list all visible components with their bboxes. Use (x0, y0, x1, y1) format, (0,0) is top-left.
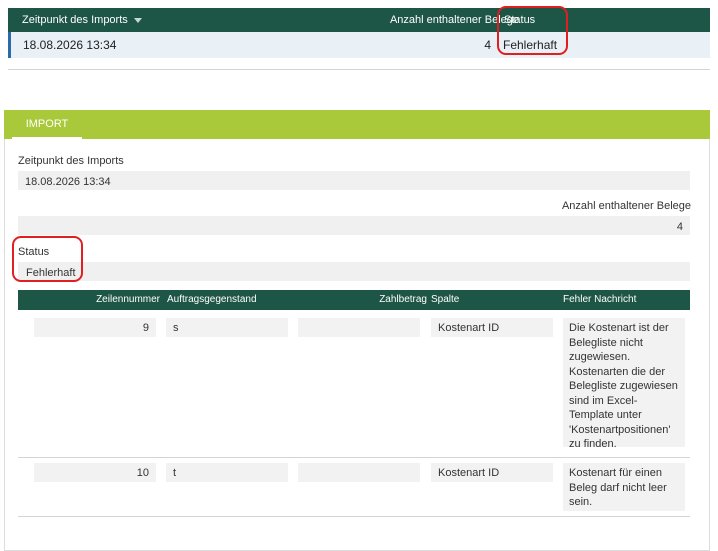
import-grid-row[interactable]: 18.08.2026 13:34 4 Fehlerhaft (8, 32, 710, 58)
status-highlight-marker (497, 6, 568, 55)
column-header-subject[interactable]: Auftragsgegenstand (167, 294, 257, 305)
row1-line-value: 9 (142, 322, 149, 334)
column-header-time-label: Zeitpunkt des Imports (22, 14, 128, 26)
detail-tab-bar (4, 110, 710, 139)
row-divider (18, 516, 690, 517)
row-divider (18, 457, 690, 458)
row2-amount-field (298, 463, 420, 482)
row2-subject-field: t (166, 463, 288, 482)
count-value: 4 (676, 221, 683, 233)
row1-message: Die Kostenart ist der Belegliste nicht z… (563, 318, 685, 450)
import-grid-header: Zeitpunkt des Imports Anzahl enthaltener… (8, 8, 710, 32)
row1-amount-field (298, 318, 420, 337)
row2-line-value: 10 (136, 467, 149, 479)
row2-column-value: Kostenart ID (438, 467, 500, 479)
time-value: 18.08.2026 13:34 (25, 176, 111, 188)
status-highlight-marker-detail (12, 236, 83, 282)
row1-column-value: Kostenart ID (438, 322, 500, 334)
column-header-amount[interactable]: Zahlbetrag (379, 294, 427, 305)
sort-descending-icon[interactable] (133, 17, 142, 23)
row2-subject-value: t (173, 467, 177, 479)
grid-bottom-border (8, 60, 710, 70)
row1-subject-field: s (166, 318, 288, 337)
row-count: 4 (484, 38, 491, 52)
row1-column-field: Kostenart ID (431, 318, 553, 337)
error-table-header: Zeilennummer Auftragsgegenstand Zahlbetr… (18, 290, 690, 310)
time-field: 18.08.2026 13:34 (18, 171, 690, 190)
column-header-line[interactable]: Zeilennummer (96, 294, 160, 305)
time-label: Zeitpunkt des Imports (18, 155, 124, 167)
row1-subject-value: s (173, 322, 179, 334)
column-header-time[interactable]: Zeitpunkt des Imports (22, 14, 142, 26)
column-header-message[interactable]: Fehler Nachricht (563, 294, 636, 305)
count-label: Anzahl enthaltener Belege (561, 200, 691, 212)
tab-import[interactable]: IMPORT (12, 112, 82, 139)
row2-line-field: 10 (34, 463, 156, 482)
row2-message: Kostenart für einen Beleg darf nicht lee… (563, 463, 685, 511)
row2-column-field: Kostenart ID (431, 463, 553, 482)
row1-line-field: 9 (34, 318, 156, 337)
row-time: 18.08.2026 13:34 (23, 38, 117, 52)
count-field: 4 (18, 216, 690, 235)
column-header-column[interactable]: Spalte (431, 294, 459, 305)
status-field: Fehlerhaft (18, 262, 690, 281)
